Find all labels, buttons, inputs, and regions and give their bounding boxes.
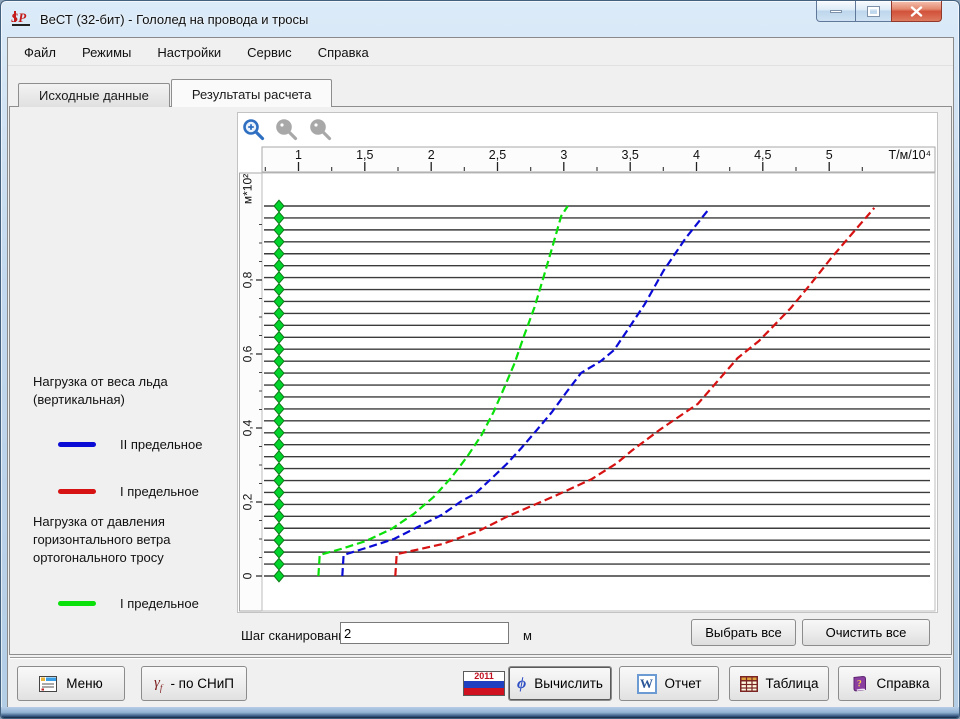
clear-all-button[interactable]: Очистить все xyxy=(802,619,930,646)
badge-year: 2011 xyxy=(464,672,504,681)
menu-service[interactable]: Сервис xyxy=(234,40,305,65)
svg-text:0,4: 0,4 xyxy=(241,419,255,436)
close-icon xyxy=(910,6,923,17)
scan-step-label: Шаг сканирования xyxy=(241,628,353,643)
badge-red-stripe xyxy=(464,688,504,695)
svg-text:Т/м/10⁴: Т/м/10⁴ xyxy=(889,148,931,162)
tab-strip: Исходные данные Результаты расчета xyxy=(18,79,332,107)
badge-blue-stripe xyxy=(464,681,504,688)
help-button-label: Справка xyxy=(877,676,930,691)
menu-modes[interactable]: Режимы xyxy=(69,40,144,65)
tab-calc-results[interactable]: Результаты расчета xyxy=(171,79,333,107)
maximize-button[interactable] xyxy=(856,1,891,22)
menu-window-icon xyxy=(39,676,58,692)
word-icon: W xyxy=(637,674,657,694)
svg-text:4,5: 4,5 xyxy=(754,148,771,162)
client-area: Файл Режимы Настройки Сервис Справка Исх… xyxy=(7,37,954,709)
menu-file[interactable]: Файл xyxy=(11,40,69,65)
legend-swatch-green xyxy=(58,601,96,606)
legend-item-wind-I: I предельное xyxy=(58,596,199,611)
window-title: ВеСТ (32-бит) - Гололед на провода и тро… xyxy=(40,12,308,27)
legend-label: I предельное xyxy=(120,484,199,499)
svg-text:0,8: 0,8 xyxy=(241,271,255,288)
menu-bar: Файл Режимы Настройки Сервис Справка xyxy=(8,39,953,66)
window-bottom-border xyxy=(1,707,959,718)
gamma-snip-label: - по СНиП xyxy=(170,676,234,691)
window-controls xyxy=(816,1,942,22)
svg-text:м*10²: м*10² xyxy=(241,174,255,204)
toolbar-separator xyxy=(10,657,951,659)
svg-text:1: 1 xyxy=(295,148,302,162)
app-window: SP ВеСТ (32-бит) - Гололед на провода и … xyxy=(0,0,960,719)
menu-button[interactable]: Меню xyxy=(17,666,125,701)
title-bar: SP ВеСТ (32-бит) - Гололед на провода и … xyxy=(1,1,959,37)
app-icon: SP xyxy=(10,8,34,30)
tab-source-data[interactable]: Исходные данные xyxy=(18,83,170,107)
legend-swatch-red xyxy=(58,489,96,494)
svg-text:1,5: 1,5 xyxy=(356,148,373,162)
help-button[interactable]: ? Справка xyxy=(838,666,941,701)
scan-step-unit: м xyxy=(523,628,532,643)
report-button-label: Отчет xyxy=(665,676,702,691)
svg-text:4: 4 xyxy=(693,148,700,162)
svg-text:3,5: 3,5 xyxy=(622,148,639,162)
report-button[interactable]: W Отчет xyxy=(619,666,719,701)
legend-group2-title: Нагрузка от давления горизонтального вет… xyxy=(33,513,235,567)
legend-item-ice-I: I предельное xyxy=(58,484,199,499)
select-all-button[interactable]: Выбрать все xyxy=(691,619,796,646)
chart-panel: 1 1,5 2 2,5 3 3,5 4 4,5 5 Т/м/10⁴ 0 0,2 0,4 0,6 0,8 м*1… xyxy=(237,112,938,613)
svg-text:0,6: 0,6 xyxy=(241,345,255,362)
svg-text:SP: SP xyxy=(11,10,27,25)
gamma-snip-button[interactable]: γf - по СНиП xyxy=(141,666,247,701)
svg-text:2: 2 xyxy=(428,148,435,162)
results-chart[interactable]: 1 1,5 2 2,5 3 3,5 4 4,5 5 Т/м/10⁴ 0 0,2 0,4 0,6 0,8 м*1… xyxy=(238,113,938,613)
menu-button-label: Меню xyxy=(66,676,103,691)
legend-label: I предельное xyxy=(120,596,199,611)
menu-help[interactable]: Справка xyxy=(305,40,382,65)
svg-text:2,5: 2,5 xyxy=(489,148,506,162)
menu-settings[interactable]: Настройки xyxy=(144,40,234,65)
minimize-button[interactable] xyxy=(816,1,856,22)
help-book-icon: ? xyxy=(850,675,869,693)
legend-label: II предельное xyxy=(120,437,202,452)
svg-text:?: ? xyxy=(857,679,862,689)
compute-button-label: Вычислить xyxy=(534,676,603,691)
legend-group1-title: Нагрузка от веса льда (вертикальная) xyxy=(33,373,235,409)
gamma-f-icon: γf xyxy=(154,675,162,693)
russia-2011-badge: 2011 xyxy=(463,671,505,696)
svg-text:0,2: 0,2 xyxy=(241,493,255,510)
svg-text:3: 3 xyxy=(560,148,567,162)
compute-button[interactable]: ϕ Вычислить xyxy=(508,666,612,701)
svg-text:0: 0 xyxy=(241,572,255,579)
table-button[interactable]: Таблица xyxy=(729,666,829,701)
svg-text:5: 5 xyxy=(826,148,833,162)
phi-icon: ϕ xyxy=(517,675,526,693)
legend-item-ice-II: II предельное xyxy=(58,437,202,452)
table-icon xyxy=(740,676,758,692)
close-button[interactable] xyxy=(891,1,942,22)
maximize-icon xyxy=(868,7,879,16)
table-button-label: Таблица xyxy=(766,676,819,691)
scan-step-input[interactable] xyxy=(340,622,509,644)
results-tab-panel: Нагрузка от веса льда (вертикальная) II … xyxy=(9,106,952,655)
legend-swatch-blue xyxy=(58,442,96,447)
minimize-icon xyxy=(830,10,842,13)
